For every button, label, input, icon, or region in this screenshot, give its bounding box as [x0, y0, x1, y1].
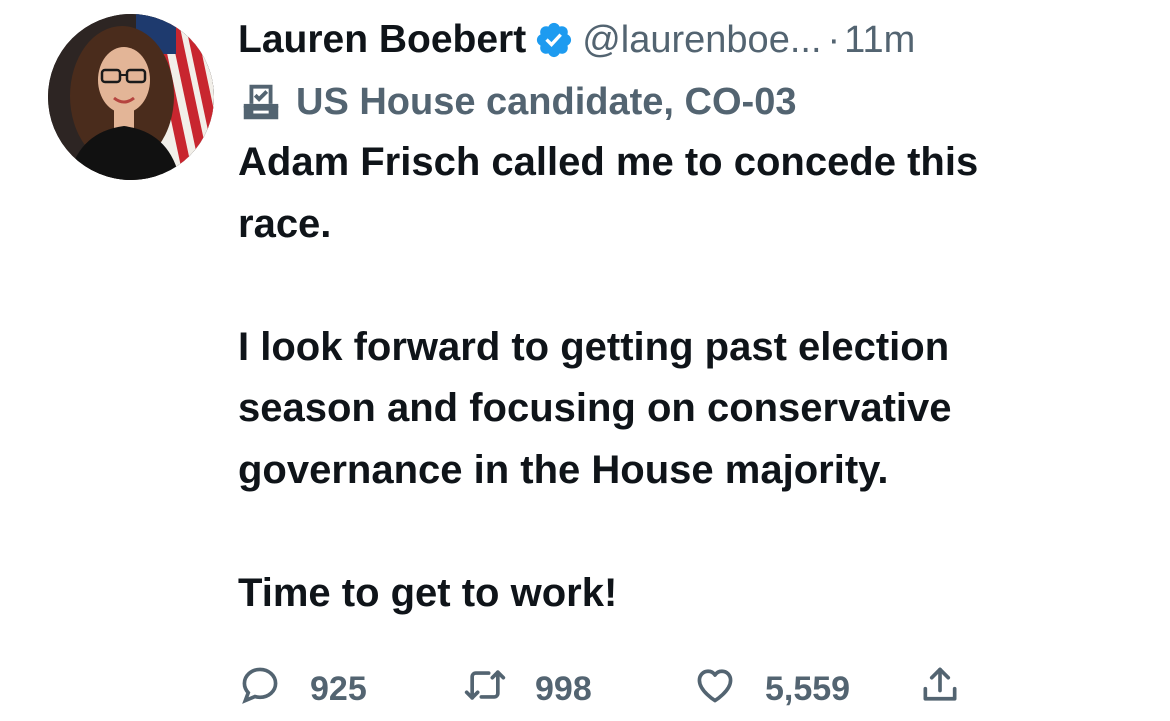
- retweet-button[interactable]: 998: [463, 662, 592, 716]
- retweet-icon: [463, 663, 507, 716]
- user-handle[interactable]: @laurenboe...: [582, 19, 821, 62]
- display-name[interactable]: Lauren Boebert: [238, 18, 526, 62]
- reply-button[interactable]: 925: [238, 662, 367, 716]
- like-count: 5,559: [765, 669, 851, 708]
- tweet-header: Lauren Boebert @laurenboe... · 11m: [238, 12, 1148, 68]
- share-button[interactable]: [918, 662, 962, 716]
- account-label-text: US House candidate, CO-03: [296, 80, 797, 123]
- verified-badge-icon: [534, 20, 574, 60]
- like-button[interactable]: 5,559: [693, 662, 850, 716]
- tweet-content: Lauren Boebert @laurenboe... · 11m US Ho…: [238, 12, 1148, 624]
- avatar[interactable]: [48, 14, 214, 180]
- tweet-actions: 925 998 5,559: [238, 662, 1038, 716]
- heart-icon: [693, 663, 737, 716]
- account-label[interactable]: US House candidate, CO-03: [238, 72, 1148, 132]
- retweet-count: 998: [535, 669, 592, 708]
- reply-icon: [238, 663, 282, 716]
- tweet-card[interactable]: Lauren Boebert @laurenboe... · 11m US Ho…: [0, 0, 1170, 721]
- tweet-text: Adam Frisch called me to concede this ra…: [238, 140, 979, 615]
- reply-count: 925: [310, 669, 367, 708]
- avatar-image: [48, 14, 214, 180]
- ballot-box-icon: [238, 79, 284, 125]
- timestamp[interactable]: 11m: [844, 19, 915, 62]
- share-icon: [918, 663, 962, 716]
- separator-dot: ·: [827, 18, 841, 61]
